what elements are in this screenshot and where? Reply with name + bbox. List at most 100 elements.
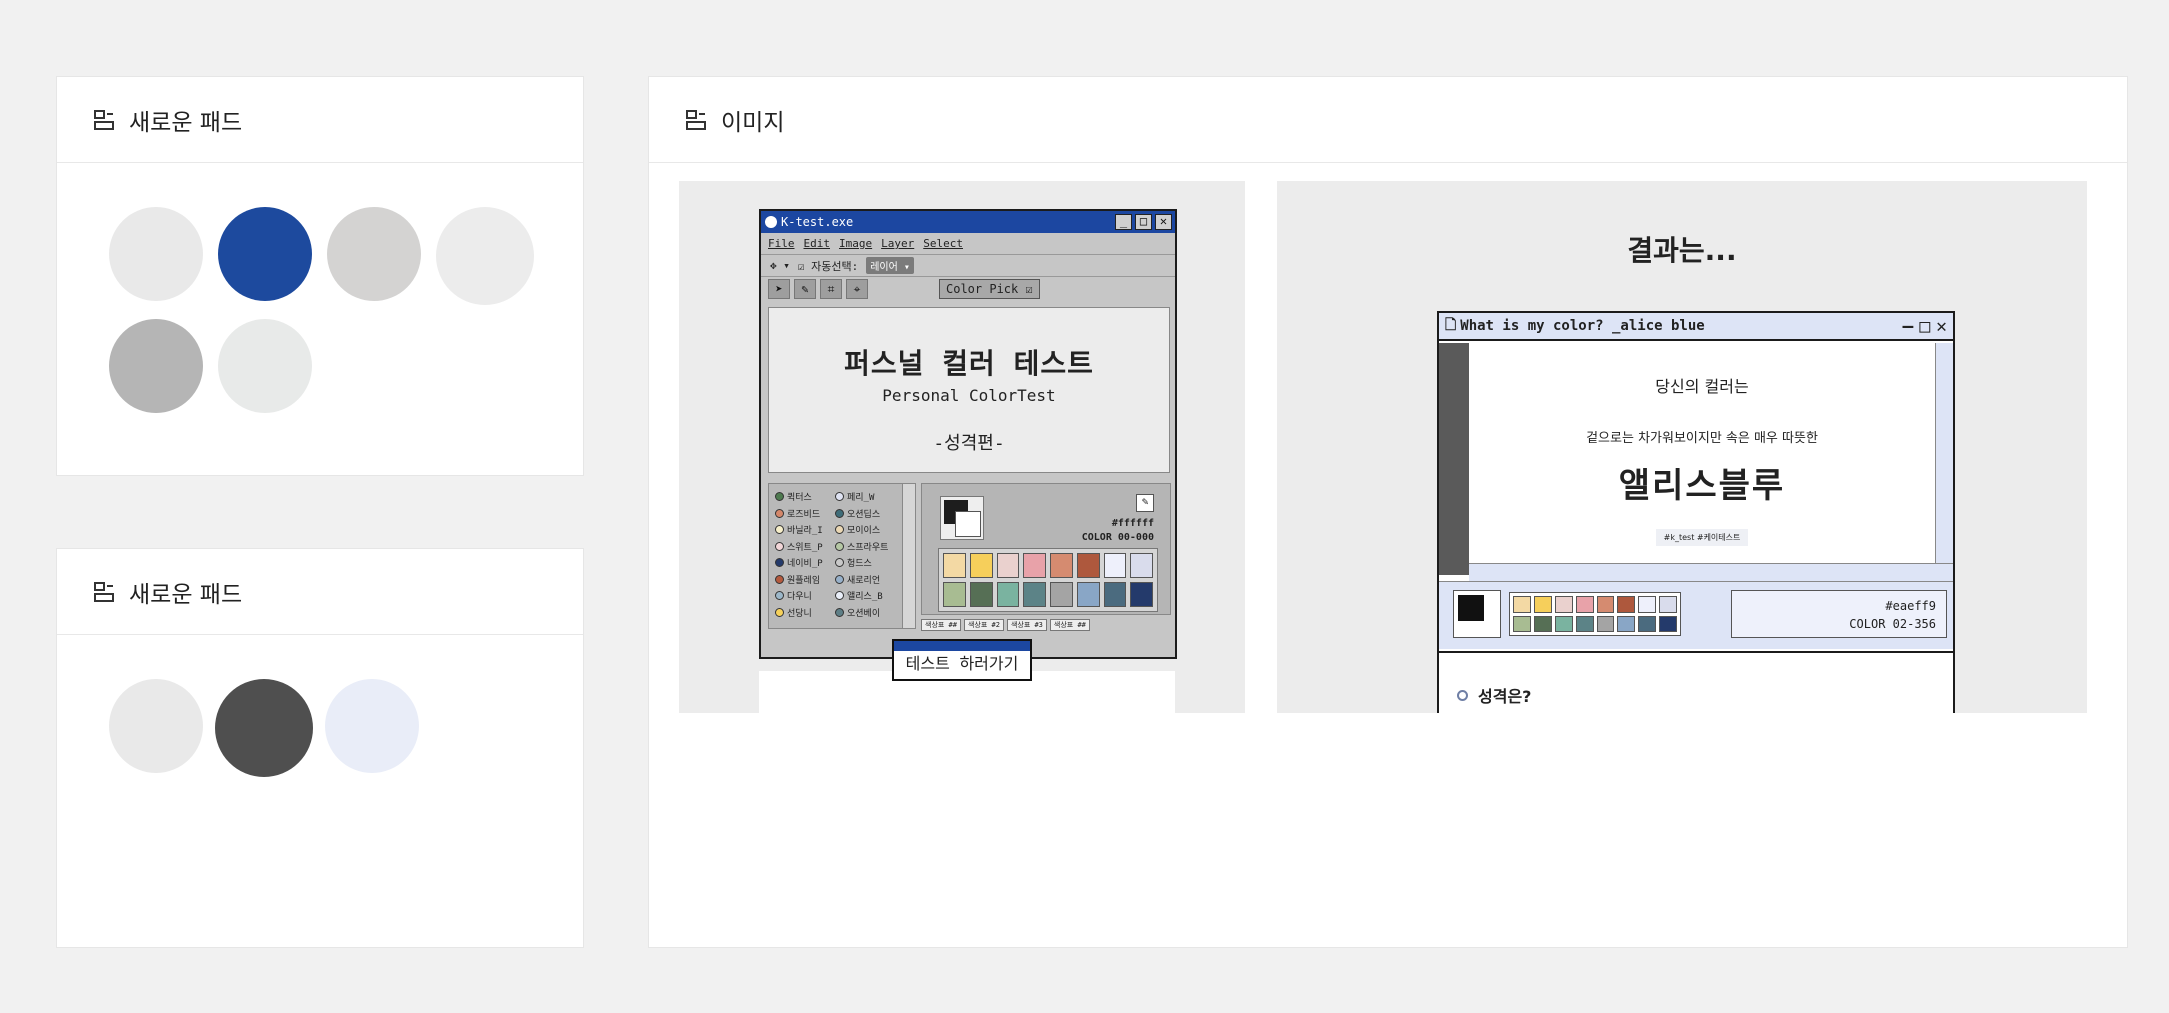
menu-select: Select <box>923 237 963 250</box>
layer-color-icon <box>835 607 844 617</box>
color-code: COLOR 02-356 <box>1849 617 1936 631</box>
hex-box: #eaeff9 COLOR 02-356 <box>1731 590 1947 638</box>
layer-name: 로즈비드 <box>787 509 821 520</box>
palette-cell <box>943 582 966 607</box>
layer-item: 선당니 <box>775 606 812 619</box>
palette-cell <box>1533 596 1552 613</box>
image-card-header: 이미지 <box>649 77 2127 163</box>
layer-color-icon <box>835 558 844 567</box>
result-canvas: 당신의 컬러는 겉으로는 차가워보이지만 속은 매우 따뜻한 앨리스블루 #k_… <box>1469 343 1935 563</box>
color-swatch[interactable] <box>327 207 421 301</box>
layer-color-icon <box>775 525 784 534</box>
layer-item: 앨리스_B <box>835 589 883 602</box>
pad-icon <box>94 109 114 130</box>
palette-cell <box>1023 553 1046 578</box>
layer-color-icon <box>835 591 844 600</box>
palette-cell <box>1554 596 1573 613</box>
palette-cell <box>1076 553 1100 578</box>
radio-icon <box>1457 689 1468 701</box>
layer-color-icon <box>835 508 844 518</box>
image-thumbnail-ktest[interactable]: K-test.exe _ □ ✕ File Edit Image Layer S… <box>679 181 1245 713</box>
palette-grid <box>1509 592 1681 636</box>
layer-color-icon <box>775 541 784 551</box>
window-title: What is my color? _alice blue <box>1460 318 1705 334</box>
canvas-title: 퍼스널 컬러 테스트 <box>844 347 1094 380</box>
menu-image: Image <box>839 237 873 250</box>
layer-color-icon <box>775 574 784 584</box>
color-swatch[interactable] <box>215 679 313 777</box>
palette-cell <box>1659 615 1677 632</box>
palette-cell <box>1023 582 1046 607</box>
window-titlebar: 🗋 What is my color? _alice blue — □ ✕ <box>1439 313 1953 341</box>
horizontal-scrollbar <box>1469 563 1953 581</box>
palette-tab: 색상표 #2 <box>963 619 1004 631</box>
layer-name: 퀵터스 <box>787 493 812 503</box>
pad-icon <box>94 581 114 602</box>
palette-cell <box>1130 553 1153 578</box>
layer-name: 원플레임 <box>787 575 821 586</box>
layer-item: 퀵터스 <box>775 490 812 503</box>
color-swatch[interactable] <box>109 207 203 301</box>
card-title: 새로운 패드 <box>129 109 243 136</box>
color-swatch[interactable] <box>325 679 419 773</box>
palette-cell <box>1617 596 1636 613</box>
layer-name: 다우니 <box>787 592 812 602</box>
layer-item: 오션딥스 <box>835 507 880 520</box>
layer-name: 새로리언 <box>847 575 881 586</box>
layer-item: 바닐라_I <box>775 523 823 536</box>
palette-cell <box>1513 596 1531 613</box>
color-swatch[interactable] <box>218 319 312 413</box>
window-titlebar: K-test.exe _ □ ✕ <box>761 211 1175 233</box>
image-icon <box>686 109 706 130</box>
app-icon <box>765 216 777 228</box>
color-code: COLOR 00-000 <box>1081 532 1154 543</box>
layer-item: 새로리언 <box>835 573 880 586</box>
palette-cell <box>1103 582 1127 607</box>
result-color-name: 앨리스블루 <box>1618 466 1786 506</box>
close-icon: ✕ <box>1155 214 1172 230</box>
layers-scrollbar <box>902 484 915 628</box>
palette-cell <box>969 582 993 607</box>
layer-name: 스위트_P <box>787 542 823 553</box>
pencil-icon: ✎ <box>1136 494 1154 512</box>
result-tag: #k_test #케이테스트 <box>1655 529 1749 546</box>
hex-value: #eaeff9 <box>1885 599 1936 613</box>
result-window: 🗋 What is my color? _alice blue — □ ✕ 당신… <box>1437 311 1955 713</box>
menu-file: File <box>768 237 795 250</box>
palette-cell <box>1596 615 1615 632</box>
palette-cell <box>996 553 1020 578</box>
color-swatch[interactable] <box>109 319 203 413</box>
palette-cell <box>1103 553 1127 578</box>
palette-cell <box>1638 615 1657 632</box>
color-swatch[interactable] <box>436 207 534 305</box>
card-title: 새로운 패드 <box>129 581 243 608</box>
start-test-label: 테스트 하러가기 <box>905 654 1019 673</box>
image-card: 이미지 K-test.exe _ □ ✕ File Edit Image Lay… <box>648 76 2128 948</box>
layer-item: 스프라우트 <box>835 540 888 553</box>
palette-cell <box>1596 596 1615 613</box>
image-thumbnail-result[interactable]: 결과는... 🗋 What is my color? _alice blue —… <box>1277 181 2087 713</box>
wand-icon: ✎ <box>794 279 816 299</box>
tool-strip <box>1439 343 1469 575</box>
layer-name: 오션딥스 <box>847 509 881 520</box>
layer-color-icon <box>775 558 784 567</box>
color-pick-button: Color Pick ☑ <box>939 279 1040 299</box>
palette-cell <box>1638 596 1657 613</box>
layer-item: 모이이스 <box>835 523 880 536</box>
layer-color-icon <box>835 492 844 501</box>
minimize-icon: — <box>1902 315 1914 337</box>
start-test-popup: 테스트 하러가기 <box>892 639 1032 681</box>
palette-cell <box>943 553 966 578</box>
menu-edit: Edit <box>803 237 831 250</box>
minimize-icon: _ <box>1115 214 1132 230</box>
layer-color-icon <box>775 508 784 518</box>
move-icon: ✥ ▾ <box>770 259 790 272</box>
palette-cell <box>1533 615 1552 632</box>
layer-color-icon <box>835 574 844 584</box>
palette-cell <box>1130 582 1153 607</box>
pad-card-header: 새로운 패드 <box>57 549 583 635</box>
color-swatch[interactable] <box>109 679 203 773</box>
palette-cell <box>1575 615 1594 632</box>
result-heading: 결과는... <box>1627 234 1737 267</box>
color-swatch[interactable] <box>218 207 312 301</box>
